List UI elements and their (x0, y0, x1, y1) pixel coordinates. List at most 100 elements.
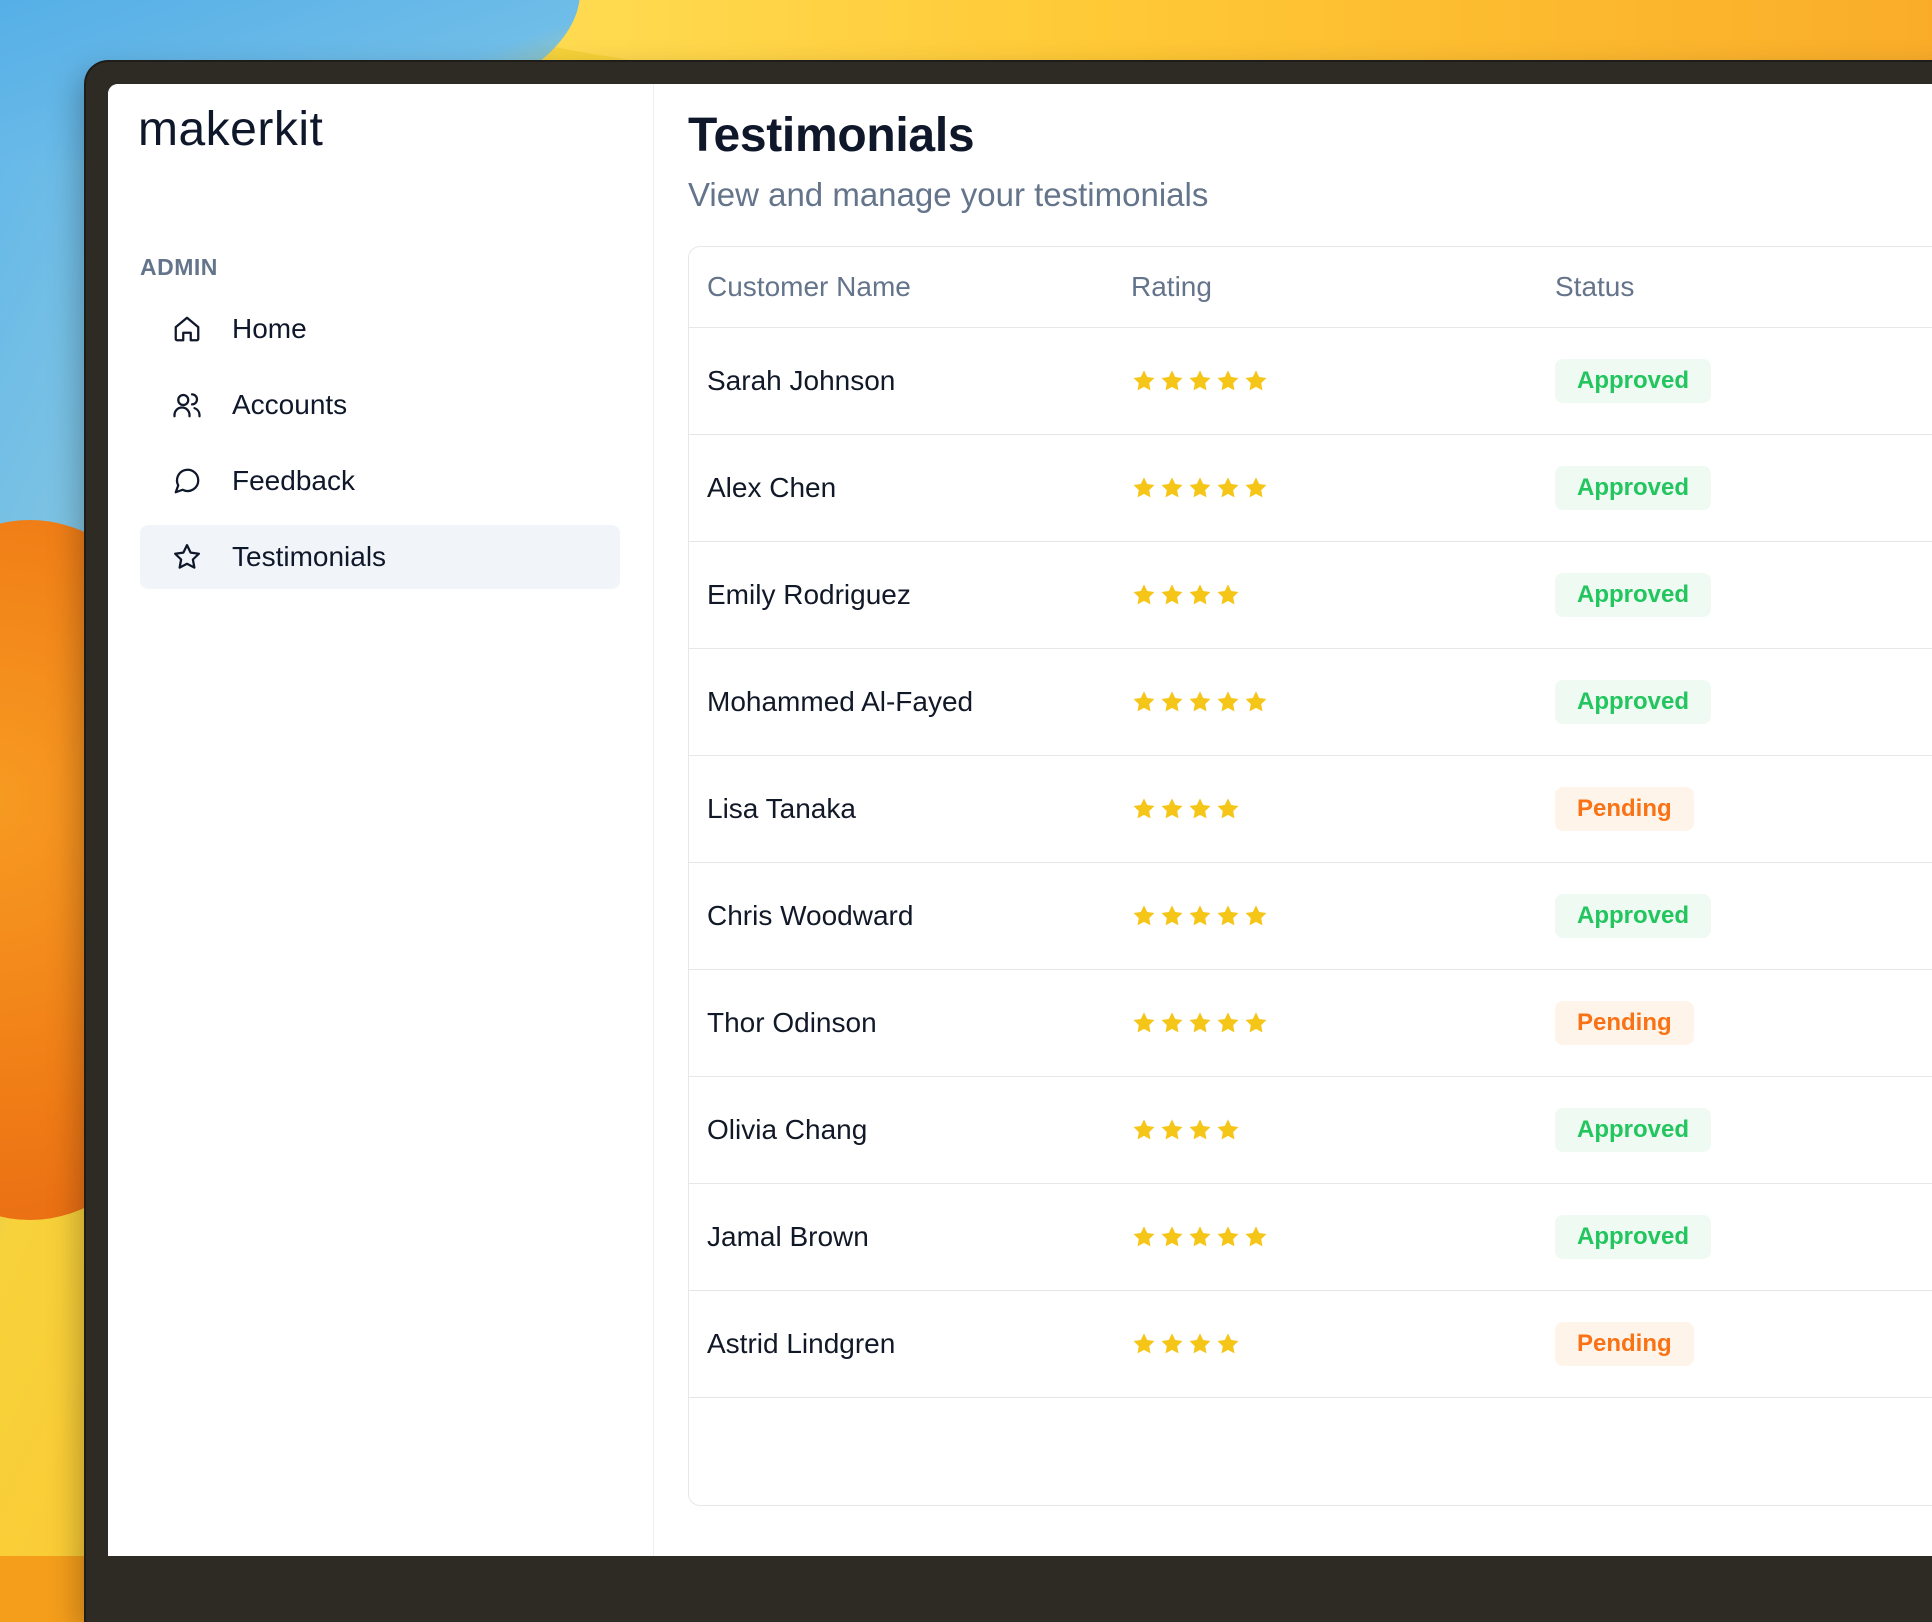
sidebar-section-label: ADMIN (140, 254, 218, 280)
message-circle-icon (170, 464, 204, 498)
sidebar-item-testimonials[interactable]: Testimonials (140, 525, 620, 589)
rating-cell (1113, 1010, 1537, 1036)
status-cell: Pending (1537, 1322, 1932, 1366)
table-row[interactable]: Emily Rodriguez Approved (689, 542, 1932, 649)
customer-name-cell: Thor Odinson (707, 1007, 877, 1038)
status-badge: Pending (1555, 1322, 1694, 1366)
sidebar-item-label: Accounts (232, 389, 348, 420)
column-header-status[interactable]: Status (1537, 271, 1932, 303)
star-filled-icon (1133, 1119, 1155, 1140)
testimonials-table: Customer Name Rating Status Sarah Johnso… (688, 246, 1932, 1506)
star-rating (1131, 1224, 1537, 1250)
star-rating (1131, 1331, 1537, 1357)
sidebar-item-home[interactable]: Home (140, 297, 620, 361)
star-filled-icon (1161, 1012, 1183, 1033)
rating-cell (1113, 689, 1537, 715)
rating-cell (1113, 582, 1537, 608)
star-filled-icon (1217, 905, 1239, 926)
app-logo[interactable]: makerkit (138, 102, 323, 157)
rating-cell (1113, 1224, 1537, 1250)
users-icon (170, 388, 204, 422)
star-filled-icon (1189, 1226, 1211, 1247)
star-filled-icon (1217, 1226, 1239, 1247)
star-filled-icon (1133, 1333, 1155, 1354)
star-filled-icon (1217, 477, 1239, 498)
star-rating (1131, 475, 1537, 501)
rating-cell (1113, 475, 1537, 501)
status-cell: Approved (1537, 1108, 1932, 1152)
sidebar-item-accounts[interactable]: Accounts (140, 373, 620, 437)
star-filled-icon (1133, 370, 1155, 391)
star-filled-icon (1161, 370, 1183, 391)
page-subtitle: View and manage your testimonials (688, 176, 1209, 213)
star-filled-icon (1245, 370, 1267, 391)
star-filled-icon (1133, 1226, 1155, 1247)
status-badge: Approved (1555, 466, 1712, 510)
star-filled-icon (1189, 905, 1211, 926)
star-filled-icon (1161, 691, 1183, 712)
star-filled-icon (1133, 691, 1155, 712)
star-filled-icon (1133, 584, 1155, 605)
table-body: Sarah Johnson Approved Alex Chen Approved Em… (689, 328, 1932, 1398)
customer-name-cell: Lisa Tanaka (707, 793, 856, 824)
rating-cell (1113, 1117, 1537, 1143)
customer-name-cell: Alex Chen (707, 472, 837, 503)
status-badge: Approved (1555, 359, 1712, 403)
column-header-rating[interactable]: Rating (1113, 271, 1537, 303)
status-cell: Approved (1537, 894, 1932, 938)
star-filled-icon (1217, 584, 1239, 605)
status-cell: Approved (1537, 359, 1932, 403)
table-header: Customer Name Rating Status (689, 247, 1932, 328)
star-filled-icon (1217, 1119, 1239, 1140)
status-badge: Approved (1555, 1108, 1712, 1152)
rating-cell (1113, 1331, 1537, 1357)
customer-name-cell: Olivia Chang (707, 1114, 868, 1145)
star-filled-icon (1245, 905, 1267, 926)
star-filled-icon (1217, 798, 1239, 819)
star-filled-icon (1189, 370, 1211, 391)
star-filled-icon (1189, 1333, 1211, 1354)
star-filled-icon (1161, 1226, 1183, 1247)
sidebar-item-feedback[interactable]: Feedback (140, 449, 620, 513)
table-row[interactable]: Thor Odinson Pending (689, 970, 1932, 1077)
home-icon (170, 312, 204, 346)
main-content: Testimonials View and manage your testim… (654, 84, 1932, 1556)
table-row[interactable]: Olivia Chang Approved (689, 1077, 1932, 1184)
star-filled-icon (1245, 477, 1267, 498)
star-filled-icon (1133, 477, 1155, 498)
table-row[interactable]: Chris Woodward Approved (689, 863, 1932, 970)
status-badge: Approved (1555, 1215, 1712, 1259)
customer-name-cell: Astrid Lindgren (707, 1328, 896, 1359)
column-header-customer-name[interactable]: Customer Name (689, 271, 1113, 303)
star-filled-icon (1189, 1012, 1211, 1033)
table-row[interactable]: Astrid Lindgren Pending (689, 1291, 1932, 1398)
star-filled-icon (1161, 584, 1183, 605)
table-row[interactable]: Sarah Johnson Approved (689, 328, 1932, 435)
status-cell: Approved (1537, 466, 1932, 510)
star-filled-icon (1245, 691, 1267, 712)
sidebar-item-label: Feedback (232, 465, 355, 496)
status-cell: Pending (1537, 787, 1932, 831)
star-filled-icon (1217, 1012, 1239, 1033)
star-filled-icon (1245, 1226, 1267, 1247)
status-cell: Pending (1537, 1001, 1932, 1045)
rating-cell (1113, 796, 1537, 822)
table-row[interactable]: Alex Chen Approved (689, 435, 1932, 542)
sidebar-item-label: Home (232, 313, 307, 344)
star-rating (1131, 1117, 1537, 1143)
sidebar-item-label: Testimonials (232, 541, 387, 572)
star-rating (1131, 368, 1537, 394)
table-row[interactable]: Jamal Brown Approved (689, 1184, 1932, 1291)
star-filled-icon (1217, 1333, 1239, 1354)
table-row[interactable]: Lisa Tanaka Pending (689, 756, 1932, 863)
star-filled-icon (1189, 691, 1211, 712)
table-row[interactable]: Mohammed Al-Fayed Approved (689, 649, 1932, 756)
star-filled-icon (1161, 1119, 1183, 1140)
customer-name-cell: Emily Rodriguez (707, 579, 911, 610)
star-filled-icon (1189, 798, 1211, 819)
star-filled-icon (1217, 370, 1239, 391)
rating-cell (1113, 368, 1537, 394)
star-filled-icon (1161, 1333, 1183, 1354)
star-rating (1131, 1010, 1537, 1036)
status-badge: Approved (1555, 680, 1712, 724)
